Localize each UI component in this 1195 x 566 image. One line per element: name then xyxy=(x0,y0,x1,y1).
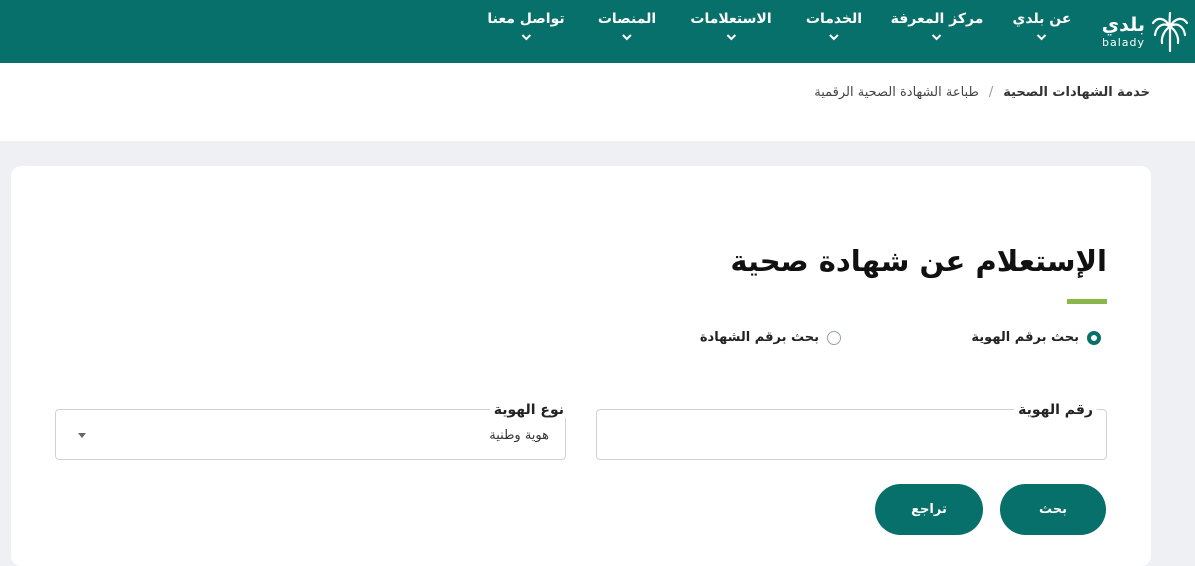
nav-item-about[interactable]: عن بلدي xyxy=(1013,11,1071,41)
breadcrumb-separator: / xyxy=(988,85,994,100)
chevron-down-icon xyxy=(622,34,632,41)
nav-item-platforms[interactable]: المنصات xyxy=(598,11,656,41)
id-type-label: نوع الهوية xyxy=(489,402,568,418)
nav-item-services[interactable]: الخدمات xyxy=(806,11,862,41)
title-accent-bar xyxy=(1067,299,1107,304)
breadcrumb: خدمة الشهادات الصحية / طباعة الشهادة الص… xyxy=(814,85,1150,100)
id-number-label: رقم الهوية xyxy=(1014,402,1097,418)
nav-item-contact-us[interactable]: تواصل معنا xyxy=(487,11,565,41)
nav-item-knowledge-center[interactable]: مركز المعرفة xyxy=(891,11,983,41)
page-title: الإستعلام عن شهادة صحية xyxy=(730,244,1107,278)
chevron-down-icon xyxy=(932,34,942,41)
chevron-down-icon xyxy=(829,34,839,41)
caret-down-icon xyxy=(78,433,86,438)
radio-search-by-id[interactable]: بحث برقم الهوية xyxy=(971,330,1101,345)
chevron-down-icon xyxy=(726,34,736,41)
top-navigation-bar: بلدي balady عن بلدي مركز المعرفة الخدمات… xyxy=(0,0,1195,63)
breadcrumb-bar: خدمة الشهادات الصحية / طباعة الشهادة الص… xyxy=(0,63,1195,141)
radio-checked-icon[interactable] xyxy=(1087,330,1101,345)
breadcrumb-current: طباعة الشهادة الصحية الرقمية xyxy=(814,85,979,100)
main-nav: عن بلدي مركز المعرفة الخدمات الاستعلامات… xyxy=(0,0,1195,63)
nav-item-inquiries[interactable]: الاستعلامات xyxy=(690,11,772,41)
radio-unchecked-icon[interactable] xyxy=(827,330,841,345)
id-type-selected-value: هوية وطنية xyxy=(489,428,549,443)
chevron-down-icon xyxy=(1037,34,1047,41)
radio-search-by-certificate[interactable]: بحث برقم الشهادة xyxy=(700,330,841,345)
search-button[interactable]: بحث xyxy=(1000,484,1106,535)
breadcrumb-parent-link[interactable]: خدمة الشهادات الصحية xyxy=(1003,85,1150,100)
chevron-down-icon xyxy=(521,34,531,41)
back-button[interactable]: تراجع xyxy=(875,484,983,535)
